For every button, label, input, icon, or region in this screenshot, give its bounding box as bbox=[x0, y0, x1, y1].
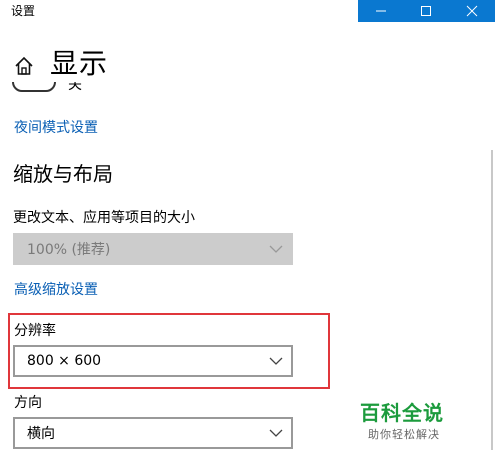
window-title: 设置 bbox=[11, 4, 36, 18]
orientation-value: 横向 bbox=[27, 426, 55, 442]
night-light-toggle-state: 关 bbox=[68, 82, 82, 93]
night-light-toggle[interactable] bbox=[12, 82, 56, 92]
home-icon[interactable] bbox=[13, 55, 35, 77]
scale-layout-heading: 缩放与布局 bbox=[13, 162, 113, 186]
scale-label: 更改文本、应用等项目的大小 bbox=[13, 210, 195, 226]
watermark-title: 百科全说 bbox=[360, 401, 444, 425]
window-controls bbox=[358, 0, 495, 22]
orientation-label: 方向 bbox=[14, 395, 42, 411]
maximize-button[interactable] bbox=[404, 0, 450, 22]
night-light-toggle-row: 关 bbox=[12, 82, 92, 94]
resolution-value: 800 × 600 bbox=[27, 353, 102, 369]
settings-window: 设置 显示 关 夜间模式设置 缩放与布局 更改文本、应用等项目的大小 100% … bbox=[0, 0, 495, 475]
chevron-down-icon bbox=[269, 429, 283, 437]
close-button[interactable] bbox=[449, 0, 495, 22]
watermark: 百科全说 助你轻松解决 bbox=[360, 400, 480, 442]
maximize-icon bbox=[421, 6, 432, 16]
night-light-settings-link[interactable]: 夜间模式设置 bbox=[14, 117, 98, 137]
scale-dropdown[interactable]: 100% (推荐) bbox=[13, 233, 293, 265]
scrollbar[interactable] bbox=[491, 150, 493, 450]
title-bar: 设置 bbox=[0, 0, 358, 22]
advanced-scaling-link[interactable]: 高级缩放设置 bbox=[14, 279, 98, 299]
chevron-down-icon bbox=[269, 245, 283, 253]
minimize-icon bbox=[375, 10, 386, 12]
close-icon bbox=[466, 5, 478, 17]
scale-value: 100% (推荐) bbox=[27, 242, 111, 258]
resolution-label: 分辨率 bbox=[14, 323, 56, 339]
chevron-down-icon bbox=[269, 357, 283, 365]
page-title: 显示 bbox=[50, 47, 109, 80]
minimize-button[interactable] bbox=[358, 0, 404, 22]
resolution-dropdown[interactable]: 800 × 600 bbox=[13, 345, 293, 377]
orientation-dropdown[interactable]: 横向 bbox=[13, 417, 293, 449]
watermark-subtitle: 助你轻松解决 bbox=[368, 428, 440, 441]
